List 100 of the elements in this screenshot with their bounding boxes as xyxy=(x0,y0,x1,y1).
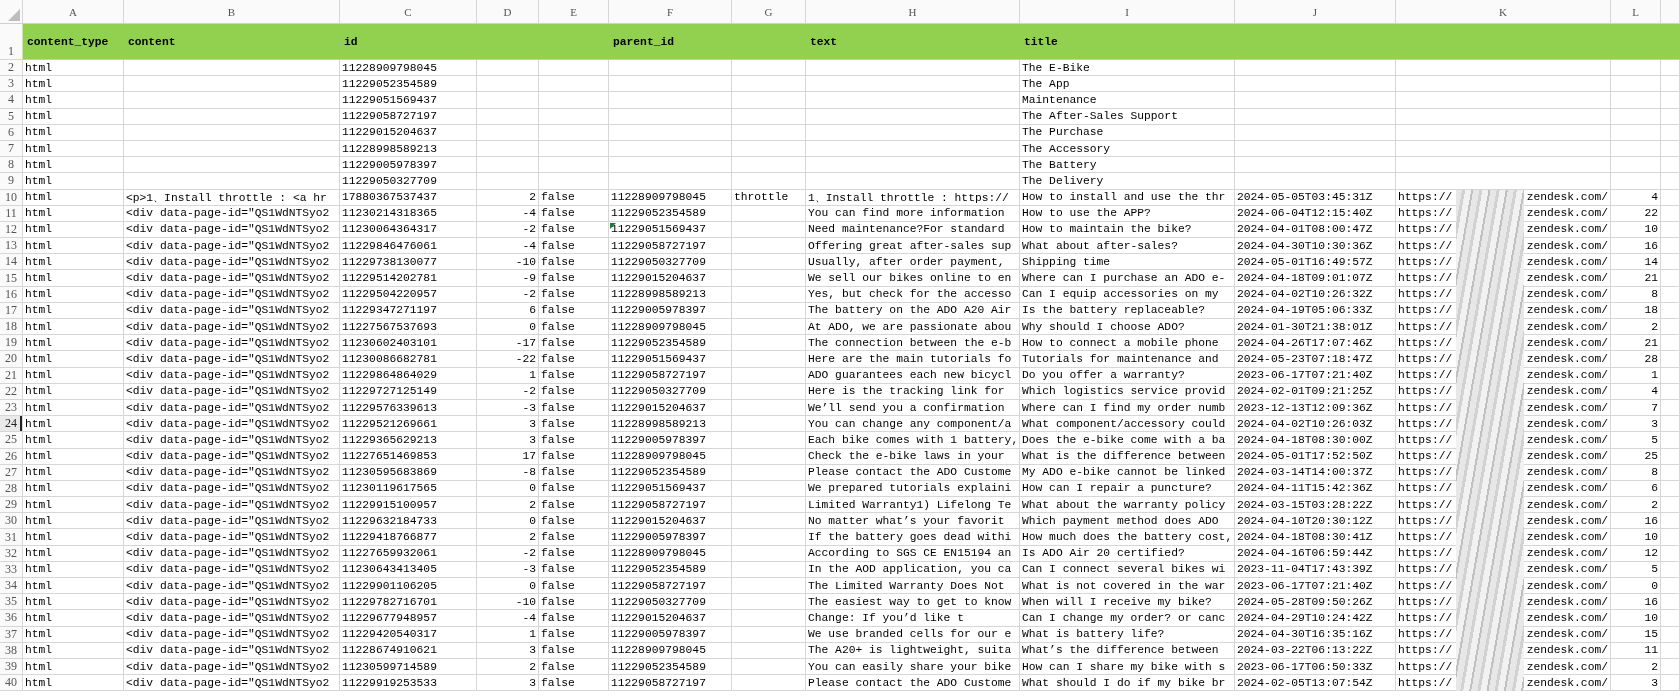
row-header[interactable]: 29 xyxy=(0,497,23,514)
table-cell: 2024-05-01T16:49:57Z xyxy=(1235,254,1396,271)
row-header[interactable]: 36 xyxy=(0,610,23,627)
table-cell: 11229050327709 xyxy=(611,255,706,268)
url-text: zendesk.com/ xyxy=(1526,336,1608,349)
table-cell: 6 xyxy=(1611,480,1661,498)
url-text: zendesk.com/ xyxy=(1526,352,1608,365)
table-cell: html xyxy=(23,529,124,546)
empty-cell xyxy=(539,92,609,109)
row-header[interactable]: 8 xyxy=(0,157,23,174)
column-header[interactable]: E xyxy=(539,0,609,24)
url-text: zendesk.com/ xyxy=(1526,482,1608,495)
row-header[interactable]: 15 xyxy=(0,270,23,287)
row-header[interactable]: 13 xyxy=(0,238,23,255)
table-cell: Tutorials for maintenance and xyxy=(1020,351,1235,368)
table-cell: 11229015204637 xyxy=(340,124,477,141)
table-cell: 11229782716701 xyxy=(340,594,477,611)
column-header[interactable]: B xyxy=(124,0,340,24)
row-header[interactable]: 30 xyxy=(0,513,23,530)
column-header[interactable]: L xyxy=(1611,0,1661,24)
row-header[interactable]: 25 xyxy=(0,432,23,449)
row-header[interactable]: 14 xyxy=(0,254,23,271)
table-cell: html xyxy=(23,205,124,222)
column-header[interactable]: J xyxy=(1235,0,1396,24)
url-text: https:// xyxy=(1398,272,1453,285)
column-header[interactable]: H xyxy=(806,0,1020,24)
url-text: zendesk.com/ xyxy=(1526,272,1608,285)
table-cell: Is the battery replaceable? xyxy=(1020,302,1235,319)
table-cell: 11230595683869 xyxy=(340,464,477,481)
table-cell: html xyxy=(23,497,124,514)
row-header[interactable]: 18 xyxy=(0,319,23,336)
table-cell: <div data-page-id="QS1WdNTSyo2 xyxy=(124,286,340,303)
table-cell: false xyxy=(539,335,609,352)
column-header[interactable]: G xyxy=(732,0,806,24)
table-cell: Why should I choose ADO? xyxy=(1020,319,1235,336)
table-cell: false xyxy=(539,319,609,336)
column-header[interactable]: K xyxy=(1396,0,1611,24)
empty-cell xyxy=(1661,399,1680,417)
table-cell: <div data-page-id="QS1WdNTSyo2 xyxy=(124,642,340,659)
url-text: zendesk.com/ xyxy=(1526,255,1608,268)
row-header[interactable]: 1 xyxy=(0,24,23,60)
select-all-icon[interactable] xyxy=(8,9,20,21)
table-cell: <div data-page-id="QS1WdNTSyo2 xyxy=(124,610,340,627)
table-cell: 11229050327709 xyxy=(611,595,706,608)
table-cell: 2 xyxy=(1611,658,1661,676)
row-header[interactable]: 34 xyxy=(0,578,23,595)
table-cell: 2024-01-30T21:38:01Z xyxy=(1235,319,1396,336)
table-cell: 11228998589213 xyxy=(340,140,477,158)
row-header[interactable]: 19 xyxy=(0,335,23,352)
url-text: https:// xyxy=(1398,611,1453,624)
row-header[interactable]: 40 xyxy=(0,675,23,692)
table-cell: The A20+ is lightweight, suita xyxy=(806,642,1020,659)
table-cell: html xyxy=(23,173,124,190)
url-text: zendesk.com/ xyxy=(1526,401,1608,414)
table-cell: <div data-page-id="QS1WdNTSyo2 xyxy=(124,529,340,546)
row-header[interactable]: 2 xyxy=(0,60,23,77)
table-cell: How to install and use the thr xyxy=(1020,189,1235,206)
column-header[interactable]: D xyxy=(477,0,539,24)
column-header[interactable]: I xyxy=(1020,0,1235,24)
column-header[interactable]: F xyxy=(609,0,732,24)
table-cell: 4 xyxy=(1611,383,1661,400)
empty-cell xyxy=(1661,383,1680,400)
row-header[interactable]: 4 xyxy=(0,92,23,109)
table-cell: 2024-02-01T09:21:25Z xyxy=(1235,383,1396,400)
empty-cell xyxy=(1661,594,1680,611)
table-cell: 11229052354589 xyxy=(611,336,706,349)
column-header[interactable] xyxy=(1661,0,1680,24)
table-cell: 11230602403101 xyxy=(340,335,477,352)
row-header[interactable]: 31 xyxy=(0,529,23,546)
empty-cell xyxy=(539,60,609,77)
table-cell: What’s the difference between xyxy=(1020,642,1235,659)
table-cell: 17880367537437 xyxy=(340,189,477,206)
table-cell: 11228909798045 xyxy=(611,547,706,560)
table-cell: The E-Bike xyxy=(1020,60,1235,77)
table-cell: 11229005978397 xyxy=(340,157,477,174)
table-cell: <div data-page-id="QS1WdNTSyo2 xyxy=(124,351,340,368)
url-text: https:// xyxy=(1398,547,1453,560)
row-header[interactable]: 24 xyxy=(0,416,23,433)
table-cell: html xyxy=(23,399,124,417)
row-header[interactable]: 9 xyxy=(0,173,23,190)
table-cell: Here is the tracking link for xyxy=(806,383,1020,400)
table-cell: false xyxy=(539,497,609,514)
row-header[interactable]: 20 xyxy=(0,351,23,368)
url-text: https:// xyxy=(1398,466,1453,479)
column-header[interactable]: A xyxy=(23,0,124,24)
table-cell: false xyxy=(539,464,609,481)
table-cell: 7 xyxy=(1611,399,1661,417)
column-header[interactable]: C xyxy=(340,0,477,24)
table-cell: <div data-page-id="QS1WdNTSyo2 xyxy=(124,399,340,417)
table-cell: Maintenance xyxy=(1020,92,1235,109)
row-header[interactable]: 35 xyxy=(0,594,23,611)
table-cell: 2024-04-30T10:30:36Z xyxy=(1235,238,1396,255)
empty-cell xyxy=(1661,561,1680,578)
url-text: zendesk.com/ xyxy=(1526,595,1608,608)
table-cell: 2024-04-10T20:30:12Z xyxy=(1235,513,1396,530)
table-cell: 11229058727197 xyxy=(611,239,706,252)
table-cell: 11229015204637 xyxy=(611,611,706,624)
table-cell: 17 xyxy=(477,448,539,465)
table-cell: Limited Warranty1) Lifelong Te xyxy=(806,497,1020,514)
row-header[interactable]: 3 xyxy=(0,76,23,93)
